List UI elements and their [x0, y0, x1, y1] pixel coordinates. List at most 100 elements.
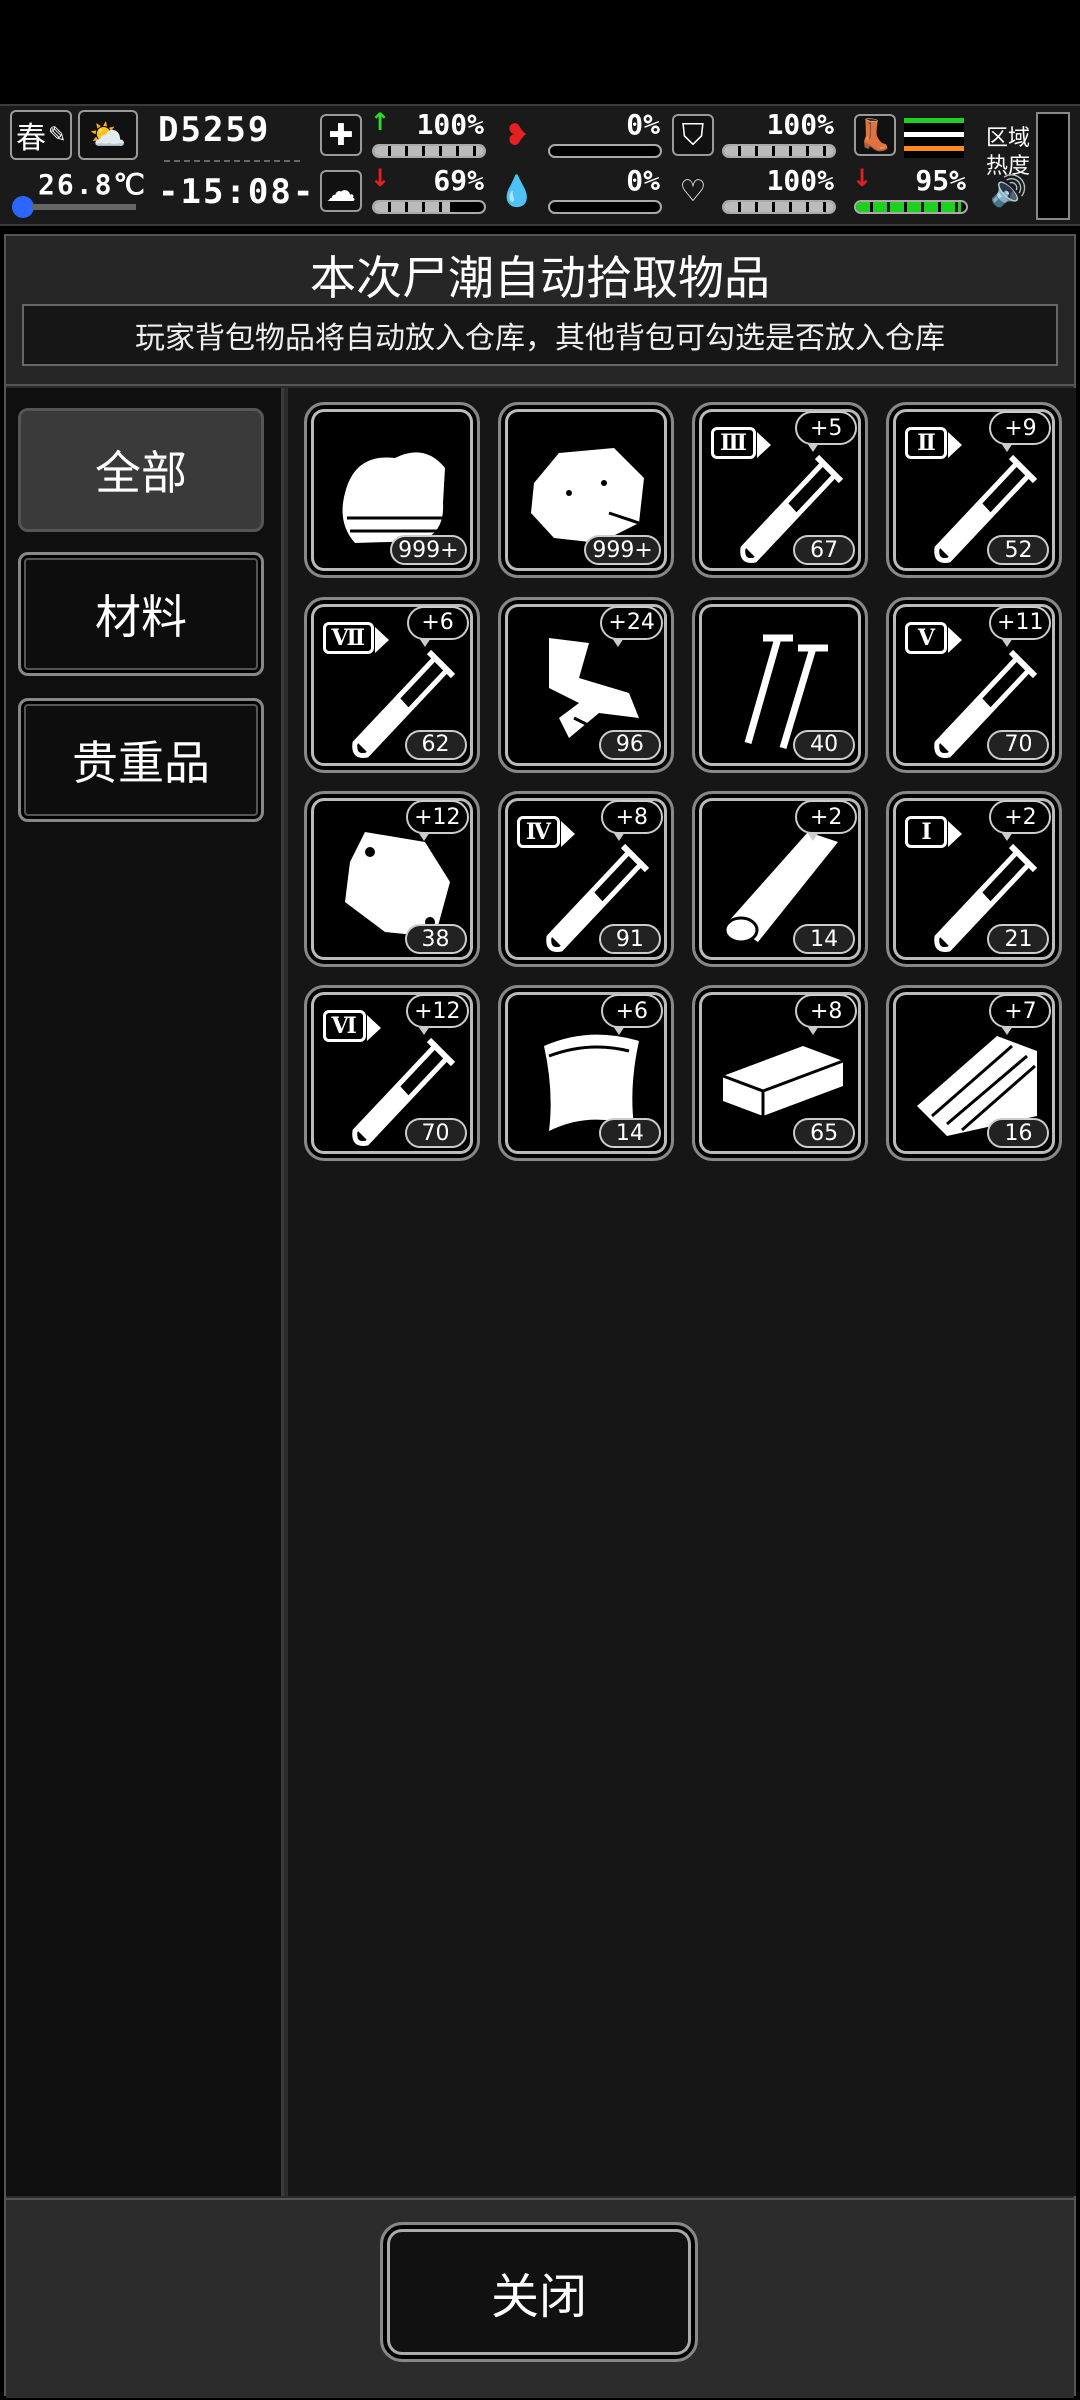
item-count: 67: [793, 535, 856, 566]
added-count-badge: +12: [406, 800, 469, 842]
health-percent: 100%: [416, 108, 484, 141]
item-slot[interactable]: +24 96: [497, 596, 674, 773]
tier-badge: Ⅳ: [516, 816, 575, 849]
heart-bar-fill: [724, 202, 834, 212]
boot-icon: 👢: [854, 114, 896, 156]
speaker-icon[interactable]: 🔊: [990, 174, 1027, 209]
item-slot[interactable]: +12 38: [303, 791, 480, 968]
season-badge: 春 ✎: [10, 110, 72, 160]
item-count: 62: [404, 729, 467, 760]
blood-bar: [548, 200, 662, 214]
season-label: 春: [16, 121, 46, 156]
stomach-percent: 0%: [626, 108, 660, 141]
armor-percent: 100%: [766, 108, 834, 141]
health-bar-fill: [374, 146, 484, 156]
stamina-percent: 95%: [915, 164, 966, 197]
category-sidebar: 全部 材料 贵重品: [6, 388, 284, 2196]
feather-icon: ✎: [48, 122, 67, 148]
item-slot[interactable]: Ⅲ +5 67: [692, 402, 869, 579]
item-count: 70: [404, 1118, 467, 1149]
armor-icon: ⛉: [672, 114, 714, 156]
weather-icon: ⛅: [89, 117, 127, 153]
armor-bar: [722, 144, 836, 158]
day-time-box: D5259 -15:08-: [156, 110, 313, 222]
item-count: 21: [987, 924, 1050, 955]
stomach-bar: [548, 144, 662, 158]
blood-drop-icon: 💧: [498, 173, 536, 209]
item-count: 999+: [584, 535, 661, 566]
added-count-badge: +12: [406, 994, 469, 1036]
item-slot[interactable]: 999+: [497, 402, 674, 579]
item-count: 52: [987, 535, 1050, 566]
item-count: 16: [987, 1118, 1050, 1149]
sanity-bar: [372, 200, 486, 214]
tier-badge: Ⅶ: [322, 621, 389, 654]
tier-badge: Ⅵ: [322, 1010, 382, 1043]
hud-bar: 春 ✎ ⛅ 26.8℃ D5259 -15:08- ✚ ↑ 100% ☁ ↓ 6…: [0, 104, 1080, 226]
heart-bar: [722, 200, 836, 214]
tab-materials[interactable]: 材料: [18, 552, 264, 676]
added-count-badge: +6: [406, 605, 469, 647]
item-count: 999+: [390, 535, 467, 566]
item-slot[interactable]: +2 14: [692, 791, 869, 968]
added-count-badge: +8: [600, 800, 663, 842]
item-count: 14: [793, 924, 856, 955]
item-slot[interactable]: Ⅱ +9 52: [886, 402, 1063, 579]
item-slot[interactable]: Ⅳ +8 91: [497, 791, 674, 968]
item-slot[interactable]: Ⅵ +12 70: [303, 985, 480, 1162]
added-count-badge: +8: [795, 994, 858, 1036]
day-divider: [164, 160, 300, 166]
item-slot[interactable]: Ⅶ +6 62: [303, 596, 480, 773]
added-count-badge: +11: [989, 605, 1052, 647]
tier-badge: Ⅰ: [905, 816, 963, 849]
item-count: 65: [793, 1118, 856, 1149]
stomach-icon: ❥: [504, 117, 530, 153]
clock-readout: -15:08-: [158, 172, 316, 212]
added-count-badge: +7: [989, 994, 1052, 1036]
tier-badge: Ⅱ: [905, 427, 963, 460]
item-slot[interactable]: 40: [692, 596, 869, 773]
auto-pickup-dialog: 本次尸潮自动拾取物品 玩家背包物品将自动放入仓库，其他背包可勾选是否放入仓库 全…: [4, 234, 1076, 2398]
region-heat-meter: [1036, 112, 1070, 220]
tier-badge: Ⅴ: [905, 621, 963, 654]
item-count: 70: [987, 729, 1050, 760]
day-counter: D5259: [158, 110, 271, 150]
tab-valuables[interactable]: 贵重品: [18, 698, 264, 822]
added-count-badge: +9: [989, 411, 1052, 453]
item-slot[interactable]: +7 16: [886, 985, 1063, 1162]
added-count-badge: +5: [795, 411, 858, 453]
temperature-readout: 26.8℃: [38, 168, 147, 201]
tab-all[interactable]: 全部: [18, 408, 264, 532]
heart-percent: 100%: [766, 164, 834, 197]
dialog-subtitle: 玩家背包物品将自动放入仓库，其他背包可勾选是否放入仓库: [22, 304, 1058, 366]
sanity-percent: 69%: [433, 164, 484, 197]
weather-badge: ⛅: [78, 110, 138, 160]
item-count: 14: [598, 1118, 661, 1149]
added-count-badge: +2: [795, 800, 858, 842]
stamina-bar-fill: [856, 202, 961, 212]
item-count: 38: [404, 924, 467, 955]
armor-bar-fill: [724, 146, 834, 156]
item-count: 40: [793, 729, 856, 760]
item-slot[interactable]: Ⅰ +2 21: [886, 791, 1063, 968]
added-count-badge: +24: [600, 605, 663, 647]
item-slot[interactable]: 999+: [303, 402, 480, 579]
dialog-header: 本次尸潮自动拾取物品 玩家背包物品将自动放入仓库，其他背包可勾选是否放入仓库: [6, 236, 1074, 386]
medkit-icon: ✚: [320, 114, 362, 156]
item-grid: 999+ 999+ Ⅲ +5 67 Ⅱ +9 52 Ⅶ +6 62 +24 96 40 Ⅴ +11 70 +12 3…: [288, 388, 1076, 2196]
tier-badge: Ⅲ: [711, 427, 771, 460]
sanity-bar-fill: [374, 202, 450, 212]
item-slot[interactable]: +8 65: [692, 985, 869, 1162]
added-count-badge: +6: [600, 994, 663, 1036]
stamina-stripes: [904, 118, 964, 158]
blood-percent: 0%: [626, 164, 660, 197]
system-status-bar: [0, 0, 1080, 104]
close-button[interactable]: 关闭: [380, 2222, 698, 2362]
item-slot[interactable]: +6 14: [497, 985, 674, 1162]
item-slot[interactable]: Ⅴ +11 70: [886, 596, 1063, 773]
item-count: 91: [598, 924, 661, 955]
item-count: 96: [598, 729, 661, 760]
health-bar: [372, 144, 486, 158]
stamina-bar: [854, 200, 968, 214]
thermometer-icon: [12, 196, 34, 218]
